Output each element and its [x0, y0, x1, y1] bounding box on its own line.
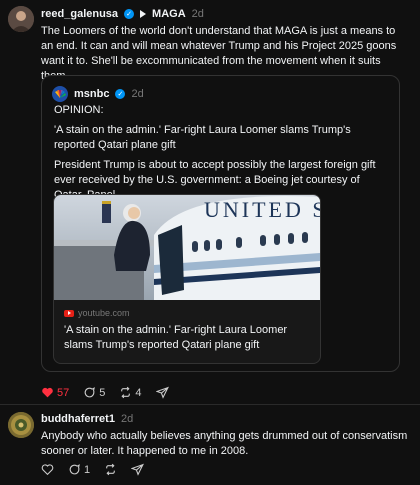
quoted-post[interactable]: msnbc ✓ 2d OPINION: 'A stain on the admi… — [41, 75, 400, 372]
topic-arrow-icon — [140, 10, 147, 18]
link-thumbnail: UNITED S — [54, 195, 320, 300]
link-preview-card[interactable]: UNITED S youtube.com 'A stain on the adm… — [53, 194, 321, 364]
quoted-label: OPINION: — [54, 104, 104, 116]
topic-tag[interactable]: MAGA — [152, 8, 186, 20]
share-button[interactable] — [131, 463, 145, 476]
reply-count: 5 — [99, 386, 106, 399]
verified-icon: ✓ — [124, 9, 135, 19]
post-text: Anybody who actually believes anything g… — [41, 430, 408, 457]
like-count: 57 — [57, 386, 70, 399]
comment-icon — [69, 464, 80, 475]
username[interactable]: reed_galenusa — [41, 8, 118, 20]
share-icon — [155, 386, 169, 399]
reply-button[interactable]: 1 — [68, 463, 90, 476]
repost-count: 4 — [135, 386, 142, 399]
quoted-username[interactable]: msnbc — [74, 88, 109, 100]
link-title: 'A stain on the admin.' Far-right Laura … — [64, 324, 288, 351]
post-actions: 1 — [41, 463, 145, 476]
share-icon — [131, 463, 145, 476]
avatar[interactable] — [8, 6, 34, 32]
like-button[interactable] — [41, 463, 54, 476]
quoted-headline: 'A stain on the admin.' Far-right Laura … — [54, 124, 351, 151]
reply-count: 1 — [84, 463, 91, 476]
post-header: reed_galenusa ✓ MAGA 2d — [41, 8, 204, 20]
heart-icon — [41, 464, 54, 476]
comment-icon — [84, 387, 96, 398]
avatar[interactable] — [8, 412, 34, 438]
link-source: youtube.com — [64, 308, 130, 318]
timestamp[interactable]: 2d — [192, 8, 204, 20]
link-domain: youtube.com — [78, 308, 130, 318]
quoted-timestamp[interactable]: 2d — [131, 88, 143, 100]
quoted-post-header: msnbc ✓ 2d — [52, 86, 144, 102]
heart-icon — [42, 387, 53, 398]
repost-button[interactable] — [104, 463, 117, 476]
timestamp[interactable]: 2d — [121, 413, 133, 425]
youtube-icon — [64, 309, 74, 317]
share-button[interactable] — [155, 386, 169, 399]
repost-button[interactable]: 4 — [119, 386, 142, 399]
post-divider — [0, 404, 420, 405]
username[interactable]: buddhaferret1 — [41, 413, 115, 425]
post-header: buddhaferret1 2d — [41, 413, 133, 425]
verified-icon: ✓ — [115, 89, 126, 99]
like-button[interactable]: 57 — [41, 386, 69, 399]
svg-text:UNITED S: UNITED S — [204, 197, 320, 222]
msnbc-logo-icon[interactable] — [52, 86, 68, 102]
post-actions: 57 5 4 — [41, 386, 169, 399]
repost-icon — [121, 386, 131, 399]
reply-button[interactable]: 5 — [83, 386, 105, 399]
repost-icon — [106, 463, 115, 476]
